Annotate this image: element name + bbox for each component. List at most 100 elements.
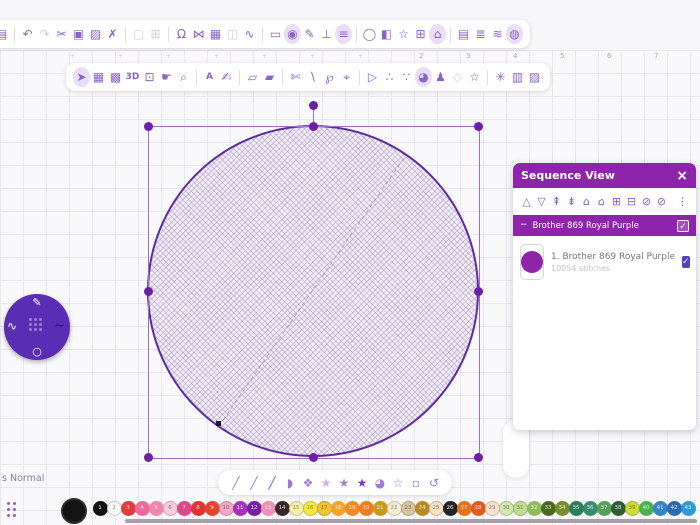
lattice-select-tool[interactable]: ▩ <box>107 67 124 87</box>
palette-color-37[interactable]: 37 <box>596 501 612 516</box>
lasso-tool[interactable]: ℘ <box>321 67 338 87</box>
radial-quick-menu[interactable]: ✎ ∿ ∼ ○ <box>4 294 70 360</box>
machine-icon[interactable]: ▦ <box>207 24 224 44</box>
selected-color-swatch[interactable] <box>61 498 87 524</box>
palette-color-4[interactable]: 4 <box>134 501 150 516</box>
palette-color-12[interactable]: 12 <box>246 501 262 516</box>
palette-color-15[interactable]: 15 <box>288 501 304 516</box>
export-artwork-tool[interactable]: ▰ <box>261 67 278 87</box>
palette-color-23[interactable]: 23 <box>400 501 416 516</box>
resize-handle-top-left[interactable] <box>144 122 153 131</box>
palette-color-1[interactable]: 1 <box>92 501 108 516</box>
palette-color-8[interactable]: 8 <box>190 501 206 516</box>
sequence-item-row[interactable]: 1. Brother 869 Royal Purple 10054 stitch… <box>513 236 696 288</box>
mirror-vertical-icon[interactable]: ⋈ <box>190 24 207 44</box>
palette-color-14[interactable]: 14 <box>274 501 290 516</box>
import-artwork-tool[interactable]: ▱ <box>244 67 261 87</box>
pan-tool[interactable]: ☛ <box>158 67 175 87</box>
palette-color-26[interactable]: 26 <box>442 501 458 516</box>
thread-swatch[interactable] <box>520 244 544 280</box>
mesh-select-tool[interactable]: ▦ <box>90 67 107 87</box>
resize-handle-middle-left[interactable] <box>144 287 153 296</box>
magnet-icon[interactable]: Ω <box>173 24 190 44</box>
resize-handle-bottom-right[interactable] <box>474 453 483 462</box>
palette-color-3[interactable]: 3 <box>120 501 136 516</box>
drag-grip-icon[interactable] <box>34 323 37 326</box>
palette-color-40[interactable]: 40 <box>638 501 654 516</box>
reshape-icon[interactable]: ◉ <box>284 24 301 44</box>
fill-tool[interactable]: ◕ <box>415 67 432 87</box>
figure-tool[interactable]: ♟ <box>432 67 449 87</box>
lock-item-icon[interactable]: ⌂ <box>579 192 594 212</box>
resize-handle-bottom-middle[interactable] <box>309 453 318 462</box>
monogram-tool[interactable]: ✍ <box>218 67 235 87</box>
palette-color-33[interactable]: 33 <box>540 501 556 516</box>
palette-color-13[interactable]: 13 <box>260 501 276 516</box>
group-checkbox[interactable]: ✓ <box>677 219 689 232</box>
petal-node-tool[interactable]: ❖ <box>300 473 316 493</box>
design-list-icon[interactable]: ▤ <box>455 24 472 44</box>
node-edit-tool[interactable]: ⌖ <box>338 67 355 87</box>
palette-color-2[interactable]: 2 <box>106 501 122 516</box>
knife-tool[interactable]: ✄ <box>287 67 304 87</box>
palette-color-18[interactable]: 18 <box>330 501 346 516</box>
star-dark-tool[interactable]: ★ <box>354 473 370 493</box>
palette-color-10[interactable]: 10 <box>218 501 234 516</box>
resize-handle-bottom-left[interactable] <box>144 453 153 462</box>
palette-color-35[interactable]: 35 <box>568 501 584 516</box>
item-checkbox[interactable]: ✓ <box>681 256 690 268</box>
resize-handle-middle-right[interactable] <box>474 287 483 296</box>
palette-color-43[interactable]: 43 <box>680 501 696 516</box>
resize-handle-top-right[interactable] <box>474 122 483 131</box>
color-group-row[interactable]: − Brother 869 Royal Purple ✓ <box>513 215 696 236</box>
zoom-tool[interactable]: ⌕ <box>175 67 192 87</box>
palette-color-31[interactable]: 31 <box>512 501 528 516</box>
ungroup-icon[interactable]: ⊟ <box>624 192 639 212</box>
star-light-tool[interactable]: ★ <box>318 473 334 493</box>
circle-shape-icon[interactable]: ○ <box>32 345 42 358</box>
frame-star-icon[interactable]: ☆ <box>395 24 412 44</box>
close-icon[interactable]: × <box>676 169 688 183</box>
palette-color-29[interactable]: 29 <box>484 501 500 516</box>
line-tool[interactable]: ∖ <box>304 67 321 87</box>
hoop-icon[interactable]: ◯ <box>361 24 378 44</box>
outline-nodes-tool[interactable]: ∵ <box>398 67 415 87</box>
menu-kebab-icon[interactable]: ⋮ <box>675 192 690 212</box>
palette-drag-handle[interactable] <box>7 502 10 505</box>
lock-icon[interactable]: ⌂ <box>429 24 446 44</box>
unlock-item-icon[interactable]: ⌂ <box>592 190 611 213</box>
run-tool[interactable]: ▷ <box>364 67 381 87</box>
undo-icon[interactable]: ↶ <box>19 24 36 44</box>
stitch-pen-icon[interactable]: ✎ <box>301 24 318 44</box>
sequence-view-header[interactable]: Sequence View × <box>513 163 696 188</box>
curve-icon[interactable]: ∿ <box>241 24 258 44</box>
star-mid-tool[interactable]: ★ <box>336 473 352 493</box>
curve-icon[interactable]: ∼ <box>54 318 65 333</box>
shapes-icon[interactable]: ◧ <box>378 24 395 44</box>
palette-color-36[interactable]: 36 <box>582 501 598 516</box>
collapse-icon[interactable]: − <box>520 221 528 230</box>
palette-color-24[interactable]: 24 <box>414 501 430 516</box>
select-tool[interactable]: ➤ <box>73 67 90 87</box>
stylus-icon[interactable]: ✎ <box>32 296 41 309</box>
palette-color-22[interactable]: 22 <box>386 501 402 516</box>
rectangle-icon[interactable]: ▭ <box>267 24 284 44</box>
palette-color-39[interactable]: 39 <box>624 501 640 516</box>
palette-color-32[interactable]: 32 <box>526 501 542 516</box>
image-edit-tool[interactable]: ▨ <box>526 67 543 87</box>
add-object-icon[interactable]: ⊞ <box>412 24 429 44</box>
palette-color-34[interactable]: 34 <box>554 501 570 516</box>
palette-color-9[interactable]: 9 <box>204 501 220 516</box>
stitch-nodes-tool[interactable]: ∴ <box>381 67 398 87</box>
save-icon[interactable]: ▤ <box>0 24 10 44</box>
palette-color-16[interactable]: 16 <box>302 501 318 516</box>
view-3d-tool[interactable]: 3D <box>124 67 141 87</box>
layers-icon[interactable]: ≋ <box>489 24 506 44</box>
globe-icon[interactable]: ◍ <box>506 24 523 44</box>
palette-scrollbar[interactable] <box>125 519 697 523</box>
palette-color-17[interactable]: 17 <box>316 501 332 516</box>
petal-tool[interactable]: ◗ <box>282 473 298 493</box>
line-thick-tool[interactable]: ╱ <box>264 473 280 493</box>
line-thin-tool[interactable]: ╱ <box>228 473 244 493</box>
cut-icon[interactable]: ✂ <box>53 24 70 44</box>
